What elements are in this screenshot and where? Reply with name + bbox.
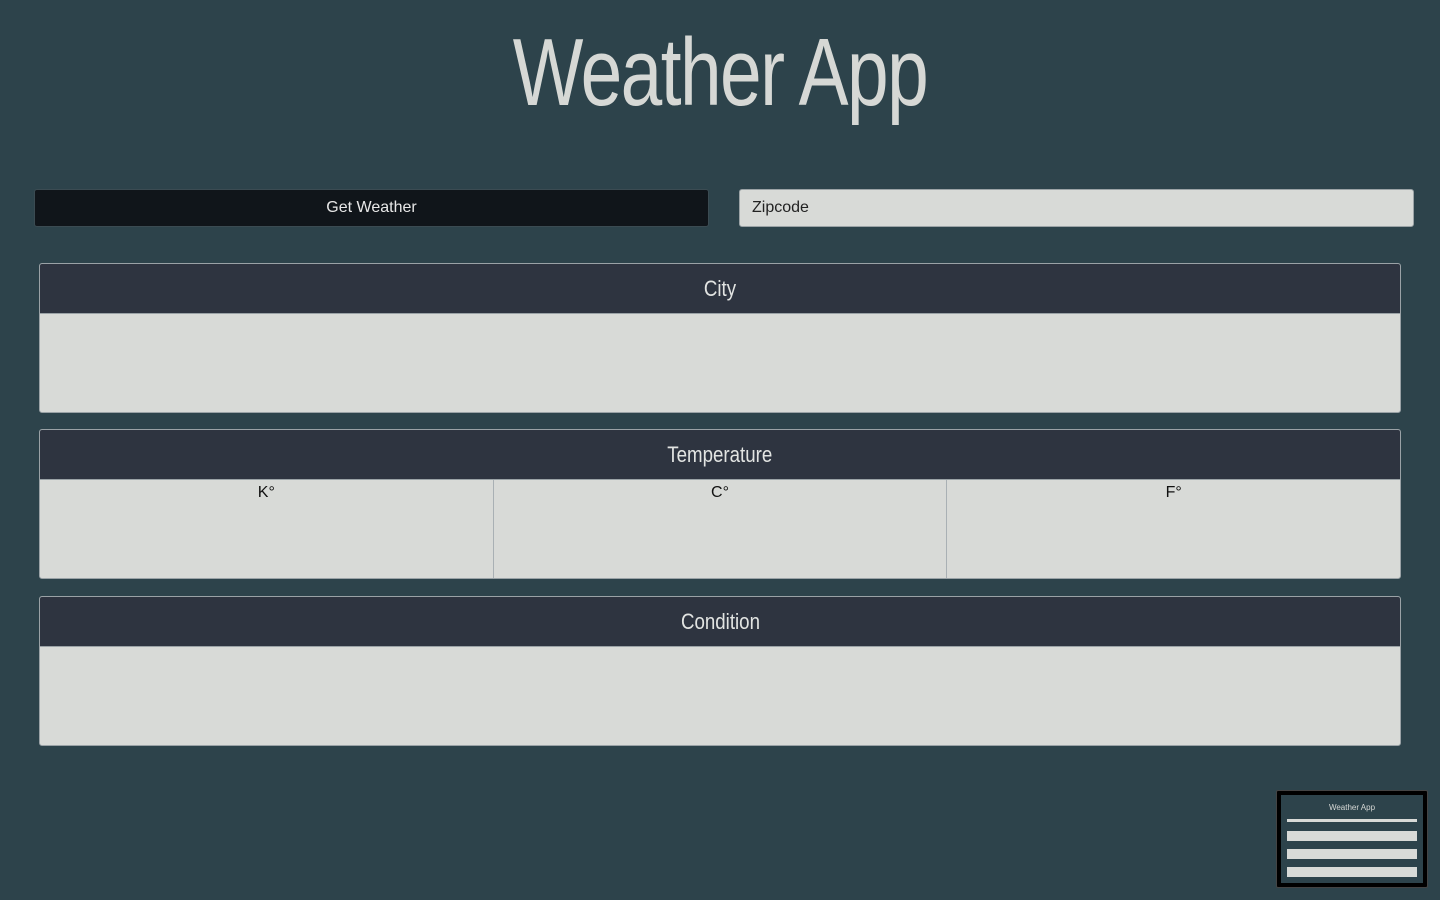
get-weather-button[interactable]: Get Weather: [34, 189, 709, 227]
minimap-input-bar: [1287, 819, 1417, 822]
condition-card-header: Condition: [40, 597, 1400, 647]
temperature-card: Temperature K° C° F°: [39, 429, 1401, 579]
city-card-header: City: [40, 264, 1400, 314]
page-minimap-thumbnail[interactable]: Weather App: [1276, 790, 1428, 888]
temperature-card-title: Temperature: [667, 441, 773, 467]
city-card-title: City: [703, 275, 737, 301]
condition-card: Condition: [39, 596, 1401, 746]
city-value: [40, 314, 1400, 412]
temperature-card-header: Temperature: [40, 430, 1400, 480]
condition-value: [40, 647, 1400, 745]
minimap-condition-card: [1287, 867, 1417, 877]
page-title: Weather App: [512, 19, 929, 126]
zipcode-input[interactable]: [739, 189, 1414, 227]
city-card: City: [39, 263, 1401, 413]
minimap-title: Weather App: [1328, 803, 1376, 812]
celsius-column: C°: [494, 480, 948, 578]
minimap-preview: Weather App: [1281, 795, 1423, 883]
minimap-temperature-card: [1287, 849, 1417, 859]
fahrenheit-column: F°: [1165, 484, 1182, 501]
kelvin-column: K°: [40, 480, 494, 578]
condition-card-title: Condition: [680, 608, 760, 634]
temperature-columns: K° C° F°: [40, 480, 1400, 578]
minimap-city-card: [1287, 831, 1417, 841]
